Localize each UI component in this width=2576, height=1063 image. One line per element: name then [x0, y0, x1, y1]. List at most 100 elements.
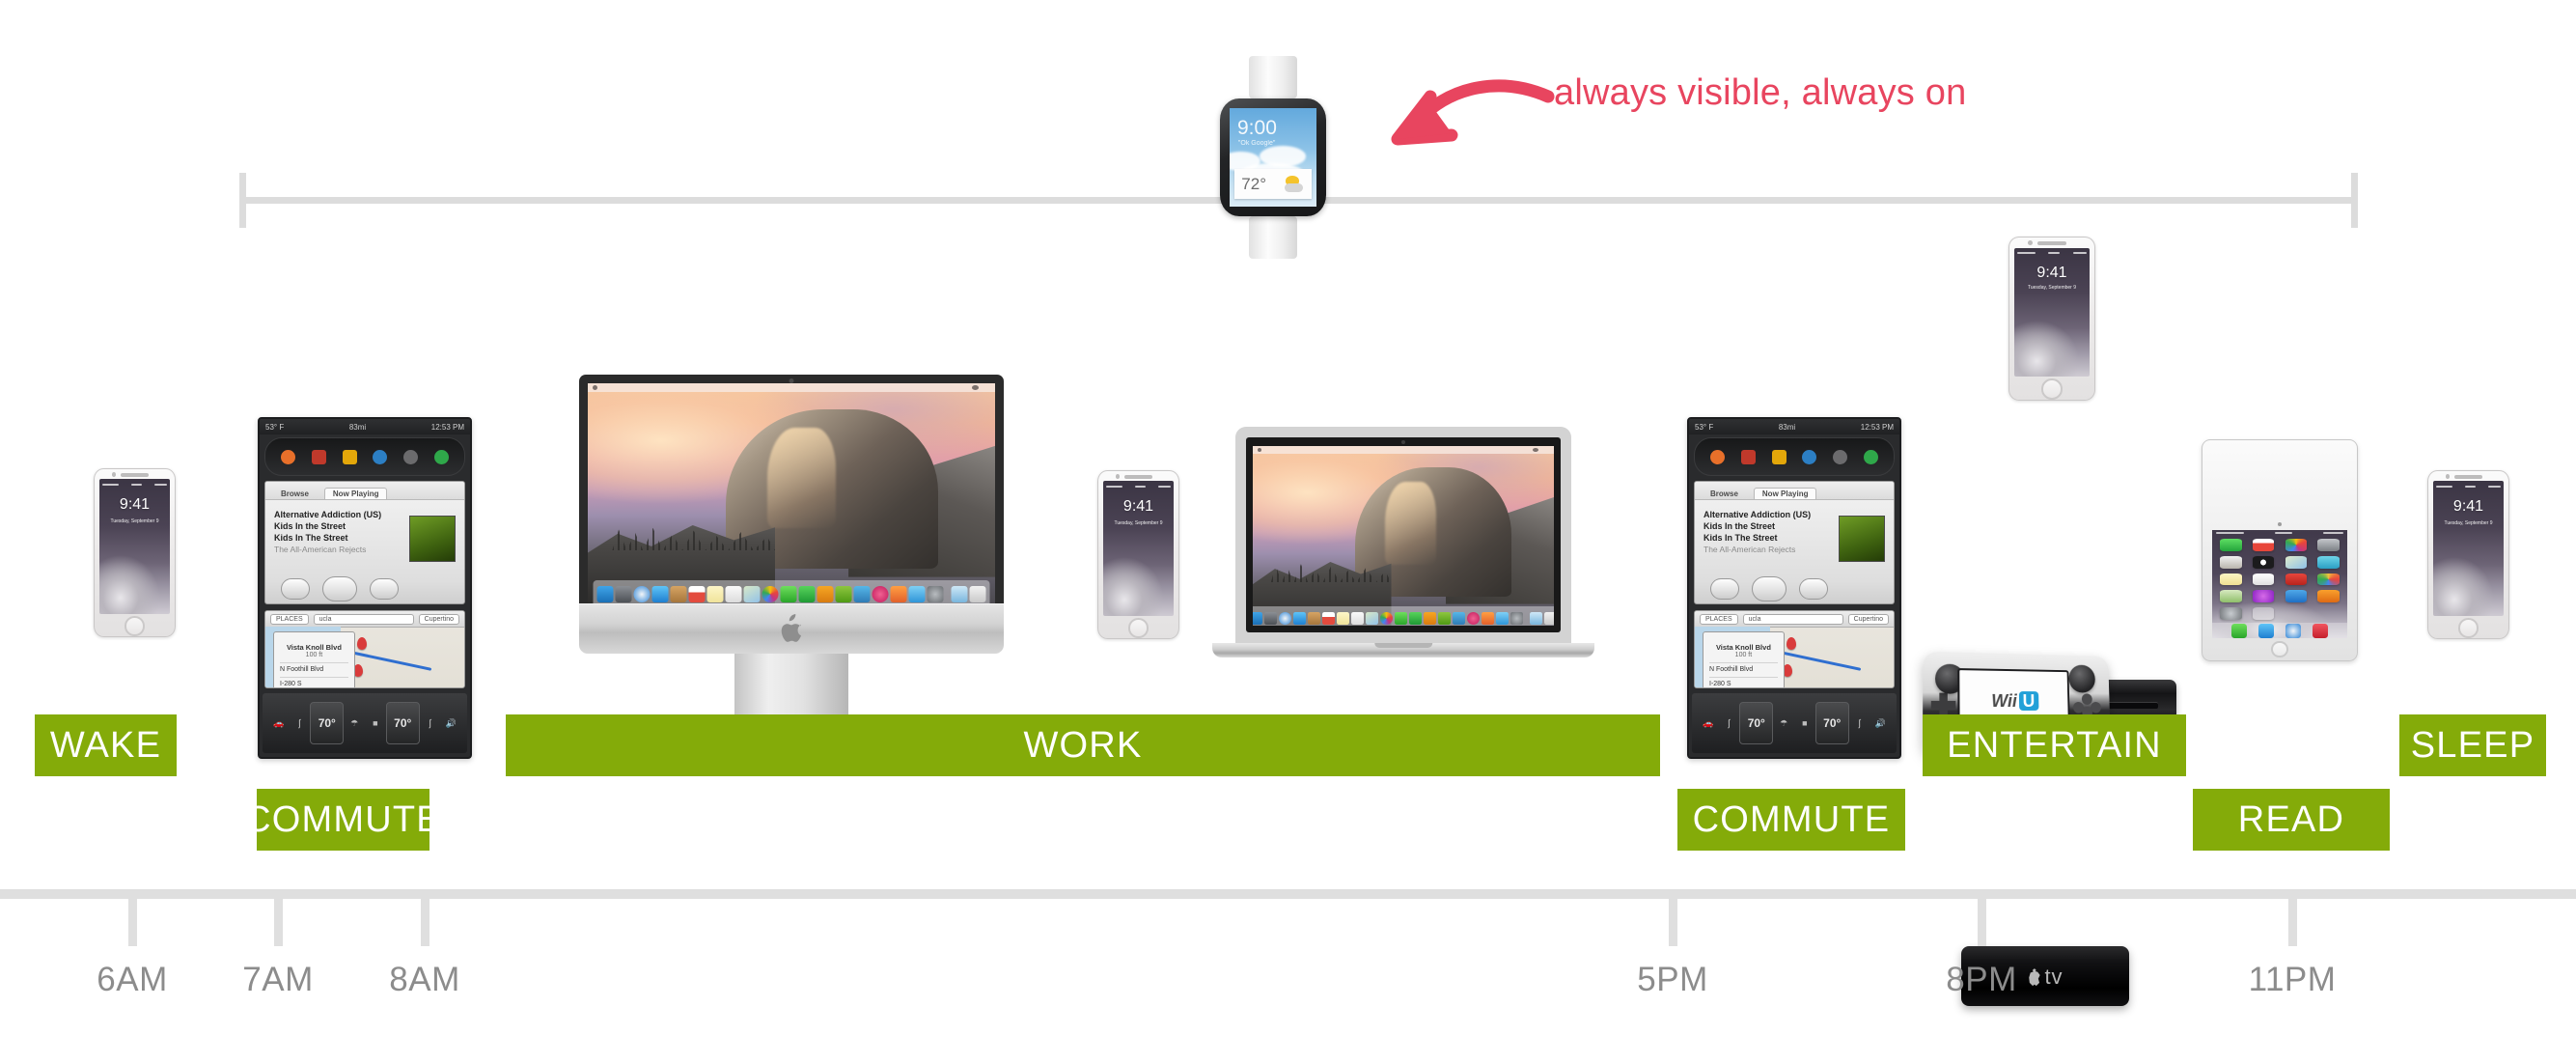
tesla-driver-temp[interactable]: 70°: [1739, 702, 1774, 744]
dock-numbers-icon[interactable]: [835, 586, 852, 602]
tesla-driver-temp[interactable]: 70°: [310, 702, 345, 744]
macos-dock[interactable]: [593, 580, 990, 603]
dock-music-icon[interactable]: [2313, 623, 2328, 639]
tesla-defrost-front-icon[interactable]: ☂: [1773, 711, 1794, 736]
dock-settings-icon[interactable]: [1510, 612, 1523, 625]
dock-photos-icon[interactable]: [1380, 612, 1393, 625]
apple-menu-icon[interactable]: [593, 385, 597, 390]
dock-messages-icon[interactable]: [1395, 612, 1407, 625]
tesla-app-bar[interactable]: [264, 437, 465, 476]
app-reminders-icon[interactable]: [2252, 573, 2275, 586]
tesla-energy-icon[interactable]: [342, 449, 357, 464]
dock-mail-icon[interactable]: [2258, 623, 2274, 639]
dock-finder-icon[interactable]: [596, 586, 614, 602]
app-facetime-icon[interactable]: [2220, 538, 2242, 551]
tesla-volume-icon[interactable]: 🔊: [1870, 711, 1891, 736]
tesla-controls-icon[interactable]: 🚗: [1698, 711, 1719, 736]
dock-settings-icon[interactable]: [927, 586, 944, 602]
prev-track-icon[interactable]: [281, 578, 310, 600]
pause-icon[interactable]: [322, 576, 357, 601]
iphone-home-button[interactable]: [125, 616, 145, 636]
tesla-map-search-input[interactable]: ucla: [313, 613, 414, 625]
dock-mail-icon[interactable]: [651, 586, 669, 602]
tesla-camera-icon[interactable]: [402, 449, 418, 464]
app-itunes-store-icon[interactable]: [2252, 590, 2275, 603]
tesla-map-canvas[interactable]: Vista Knoll Blvd 100 ft N Foothill Blvd …: [265, 627, 464, 687]
tesla-transport-controls[interactable]: [265, 574, 464, 603]
dock-launchpad-icon[interactable]: [1264, 612, 1277, 625]
tesla-map-search-input[interactable]: ucla: [1742, 613, 1843, 625]
dock-mail-icon[interactable]: [1293, 612, 1306, 625]
dock-keynote-icon[interactable]: [853, 586, 871, 602]
app-notes-icon[interactable]: [2220, 573, 2242, 586]
tesla-controls-icon[interactable]: 🚗: [268, 711, 290, 736]
dock-safari-icon[interactable]: [633, 586, 651, 602]
tesla-media-tabs[interactable]: Browse Now Playing: [265, 482, 464, 500]
iphone-home-button[interactable]: [2458, 618, 2479, 638]
dock-notes-icon[interactable]: [1337, 612, 1349, 625]
app-game-center-icon[interactable]: [2317, 573, 2340, 586]
tesla-map-panel[interactable]: PLACES ucla Cupertino Vista Knoll Blvd 1…: [264, 610, 465, 688]
dock-maps-icon[interactable]: [743, 586, 761, 602]
dock-keynote-icon[interactable]: [1453, 612, 1465, 625]
tesla-map-toolbar[interactable]: PLACES ucla Cupertino: [1695, 611, 1894, 628]
tesla-climate-bar[interactable]: 🚗 ⎰ 70° ☂ ■ 70° ⎰ 🔊: [1692, 693, 1897, 753]
tesla-app-bar[interactable]: [1694, 437, 1895, 476]
macos-menubar[interactable]: [588, 383, 995, 392]
tesla-media-tabs[interactable]: Browse Now Playing: [1695, 482, 1894, 500]
tesla-map-canvas[interactable]: Vista Knoll Blvd 100 ft N Foothill Blvd …: [1695, 627, 1894, 687]
tesla-seat-heater-left-icon[interactable]: ⎰: [1719, 711, 1740, 736]
tesla-volume-icon[interactable]: 🔊: [440, 711, 461, 736]
dock-itunes-icon[interactable]: [872, 586, 889, 602]
tesla-seat-heater-right-icon[interactable]: ⎰: [420, 711, 441, 736]
dock-launchpad-icon[interactable]: [615, 586, 632, 602]
app-maps-icon[interactable]: [2285, 555, 2308, 569]
dock-photos-icon[interactable]: [762, 586, 779, 602]
dock-facetime-icon[interactable]: [1409, 612, 1422, 625]
tesla-camera-icon[interactable]: [1832, 449, 1847, 464]
app-app-store-icon[interactable]: [2285, 590, 2308, 603]
dock-pages-icon[interactable]: [817, 586, 834, 602]
tesla-defrost-front-icon[interactable]: ☂: [344, 711, 365, 736]
dock-safari-icon[interactable]: [1279, 612, 1291, 625]
dock-messages-icon[interactable]: [780, 586, 797, 602]
tesla-defrost-rear-icon[interactable]: ■: [365, 711, 386, 736]
dock-appstore-icon[interactable]: [890, 586, 907, 602]
dock-contacts-icon[interactable]: [670, 586, 687, 602]
tesla-tab-now-playing[interactable]: Now Playing: [323, 488, 388, 499]
app-contacts-icon[interactable]: [2220, 555, 2242, 569]
dock-calendar-icon[interactable]: [688, 586, 706, 602]
app-newsstand2-icon[interactable]: [2220, 590, 2242, 603]
tesla-passenger-temp[interactable]: 70°: [1814, 702, 1849, 744]
macos-dock[interactable]: [1253, 606, 1554, 626]
dock-pages-icon[interactable]: [1424, 612, 1436, 625]
tesla-phone-icon[interactable]: [433, 449, 449, 464]
dock-trash-icon[interactable]: [969, 586, 986, 602]
tesla-media-icon[interactable]: [1710, 449, 1726, 464]
dock-reminders-icon[interactable]: [1351, 612, 1364, 625]
dock-notes-icon[interactable]: [706, 586, 724, 602]
dock-safari-icon[interactable]: [2285, 623, 2301, 639]
pause-icon[interactable]: [1752, 576, 1787, 601]
tesla-phone-icon[interactable]: [1863, 449, 1878, 464]
ipad-home-button[interactable]: [2271, 640, 2288, 658]
tesla-media-icon[interactable]: [281, 449, 296, 464]
dock-maps-icon[interactable]: [1366, 612, 1378, 625]
next-track-icon[interactable]: [370, 578, 399, 600]
dock-icloud-icon[interactable]: [1496, 612, 1509, 625]
tesla-web-icon[interactable]: [1802, 449, 1817, 464]
tesla-web-icon[interactable]: [373, 449, 388, 464]
right-stick-icon[interactable]: [2068, 664, 2095, 693]
dock-preview-icon[interactable]: [1530, 612, 1542, 625]
tesla-nav-icon[interactable]: [1740, 449, 1756, 464]
tesla-map-panel[interactable]: PLACES ucla Cupertino Vista Knoll Blvd 1…: [1694, 610, 1895, 688]
tesla-energy-icon[interactable]: [1771, 449, 1787, 464]
dock-appstore-icon[interactable]: [1482, 612, 1494, 625]
next-track-icon[interactable]: [1799, 578, 1828, 600]
dock-facetime-icon[interactable]: [798, 586, 816, 602]
tesla-tab-browse[interactable]: Browse: [1703, 489, 1746, 499]
dock-preview-icon[interactable]: [951, 586, 968, 602]
tesla-tab-browse[interactable]: Browse: [273, 489, 317, 499]
dock-finder-icon[interactable]: [1253, 612, 1262, 625]
prev-track-icon[interactable]: [1710, 578, 1739, 600]
